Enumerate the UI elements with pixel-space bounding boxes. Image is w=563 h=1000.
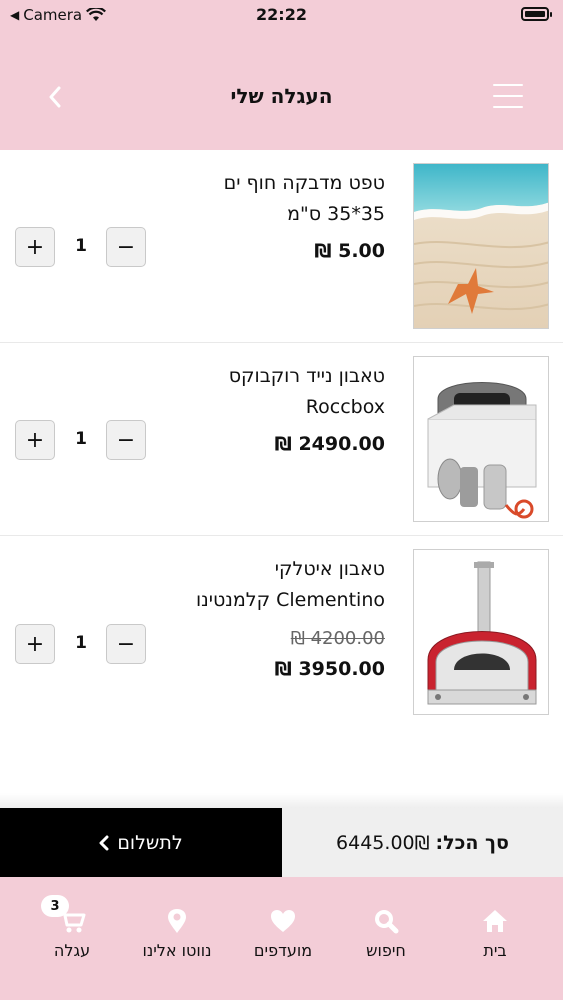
- total-label: סך הכל:: [435, 831, 509, 854]
- cart-total: סך הכל: 6445.00₪: [282, 808, 563, 877]
- product-price: 2490.00 ₪: [274, 433, 385, 455]
- chevron-left-icon: [99, 835, 109, 850]
- tab-search[interactable]: חיפוש: [331, 907, 441, 960]
- product-name[interactable]: טפט מדבקה חוף ים 35*35 ס"מ: [135, 168, 385, 230]
- battery-icon: [521, 7, 552, 21]
- tab-navigate[interactable]: נווטו אלינו: [122, 907, 232, 960]
- checkout-bar: לתשלום סך הכל: 6445.00₪: [0, 808, 563, 877]
- checkout-label: לתשלום: [117, 831, 183, 854]
- cart-page: ◀ Camera 22:22 העגלה שלי טפט מדבקה חוף י…: [0, 0, 563, 1000]
- page-title: העגלה שלי: [230, 84, 333, 108]
- tab-home[interactable]: בית: [440, 907, 550, 960]
- product-name[interactable]: טאבון איטלקי Clementino קלמנטינו: [135, 554, 385, 616]
- increase-quantity-button[interactable]: +: [15, 420, 55, 460]
- cart-item: טאבון איטלקי Clementino קלמנטינו 4200.00…: [0, 536, 563, 742]
- tab-cart[interactable]: עגלה: [17, 907, 127, 960]
- tab-favorites[interactable]: מועדפים: [228, 907, 338, 960]
- status-time: 22:22: [256, 5, 307, 24]
- search-icon: [375, 910, 399, 934]
- product-old-price: 4200.00 ₪: [290, 628, 385, 649]
- cart-item: טפט מדבקה חוף ים 35*35 ס"מ 5.00 ₪ − 1 +: [0, 150, 563, 343]
- cart-count-badge: 3: [41, 895, 69, 917]
- checkout-divider: [0, 793, 563, 809]
- total-value: 6445.00₪: [336, 831, 430, 854]
- product-price: 5.00 ₪: [314, 240, 385, 262]
- menu-icon: [493, 84, 523, 86]
- heart-icon: [271, 910, 295, 932]
- product-image-roccbox-oven[interactable]: [413, 356, 549, 522]
- product-price: 3950.00 ₪: [274, 658, 385, 680]
- cart-item: טאבון נייד רוקבוקס Roccbox 2490.00 ₪ − 1…: [0, 343, 563, 536]
- status-bar: ◀ Camera 22:22: [0, 0, 563, 30]
- decrease-quantity-button[interactable]: −: [106, 624, 146, 664]
- app-header: ◀ Camera 22:22 העגלה שלי: [0, 0, 563, 150]
- checkout-button[interactable]: לתשלום: [0, 808, 282, 877]
- bottom-tab-bar: בית חיפוש מועדפים נווטו אלינו עגלה: [0, 877, 563, 1000]
- quantity-value: 1: [75, 236, 87, 256]
- home-icon: [483, 910, 507, 932]
- decrease-quantity-button[interactable]: −: [106, 227, 146, 267]
- menu-button[interactable]: [493, 84, 523, 108]
- product-image-clementino-oven[interactable]: [413, 549, 549, 715]
- quantity-value: 1: [75, 633, 87, 653]
- quantity-value: 1: [75, 429, 87, 449]
- decrease-quantity-button[interactable]: −: [106, 420, 146, 460]
- product-name[interactable]: טאבון נייד רוקבוקס Roccbox: [135, 361, 385, 423]
- increase-quantity-button[interactable]: +: [15, 624, 55, 664]
- product-image-beach-wallpaper[interactable]: [413, 163, 549, 329]
- location-pin-icon: [168, 909, 186, 933]
- cart-list: טפט מדבקה חוף ים 35*35 ס"מ 5.00 ₪ − 1 +: [0, 150, 563, 742]
- increase-quantity-button[interactable]: +: [15, 227, 55, 267]
